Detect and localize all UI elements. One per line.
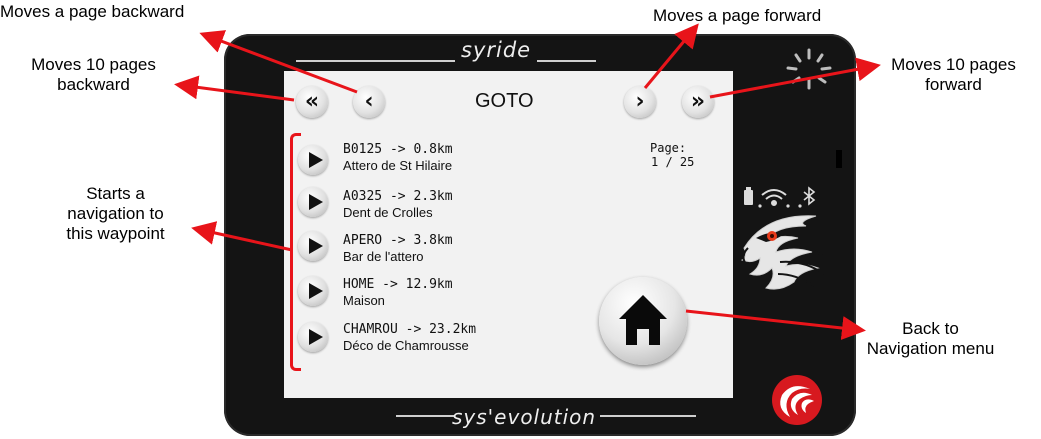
waypoint-bracket [290, 133, 301, 371]
screen-title: GOTO [475, 90, 534, 112]
annotation-ten-forward: Moves 10 pages forward [866, 55, 1041, 95]
annotation-page-backward: Moves a page backward [0, 2, 185, 21]
waypoint-subtitle: Déco de Chamrousse [343, 338, 469, 353]
page-forward-button[interactable]: › [624, 86, 656, 118]
annotation-back-to-nav: Back to Navigation menu [843, 319, 1018, 359]
play-icon[interactable] [298, 322, 328, 352]
annotation-start-navigation: Starts a navigation to this waypoint [28, 184, 203, 244]
waypoint-title: B0125 -> 0.8km [343, 142, 453, 157]
syride-swirl-logo [772, 375, 822, 425]
waypoint-title: APERO -> 3.8km [343, 233, 453, 248]
brand-top-underline [296, 60, 596, 62]
waypoint-title: HOME -> 12.9km [343, 277, 453, 292]
annotation-page-forward: Moves a page forward [653, 6, 822, 25]
page-backward-button[interactable]: ‹ [353, 86, 385, 118]
waypoint-subtitle: Dent de Crolles [343, 205, 433, 220]
annotation-ten-forward-line1: Moves 10 pages [891, 55, 1016, 74]
waypoint-subtitle: Maison [343, 293, 385, 308]
play-icon[interactable] [298, 145, 328, 175]
ten-pages-forward-button[interactable]: » [682, 86, 714, 118]
eagle-logo [740, 215, 827, 290]
bluetooth-icon [803, 186, 816, 206]
side-button-notch [836, 150, 842, 168]
annotation-start-nav-line3: this waypoint [66, 224, 165, 243]
wifi-icon [761, 189, 787, 206]
play-icon[interactable] [298, 276, 328, 306]
home-button[interactable] [599, 277, 687, 365]
annotation-back-line2: Navigation menu [866, 339, 995, 358]
status-icons [744, 186, 816, 208]
battery-icon [744, 187, 753, 205]
annotation-back-line1: Back to [902, 319, 959, 338]
annotation-ten-backward-line2: backward [57, 75, 130, 94]
annotation-start-nav-line1: Starts a [86, 184, 145, 203]
annotation-ten-backward-line1: Moves 10 pages [31, 55, 156, 74]
brand-bottom-line-left [396, 415, 454, 417]
waypoint-title: A0325 -> 2.3km [343, 189, 453, 204]
annotation-ten-forward-line2: forward [925, 75, 982, 94]
annotation-start-nav-line2: navigation to [67, 204, 164, 223]
brand-bottom-line-right [600, 415, 696, 417]
ten-pages-backward-button[interactable]: « [296, 86, 328, 118]
brand-top-text: syride [455, 38, 538, 62]
sunburst-icon [786, 48, 832, 90]
annotation-ten-backward: Moves 10 pages backward [6, 55, 181, 95]
page-indicator: 1 / 25 [651, 155, 695, 169]
play-icon[interactable] [298, 187, 328, 217]
waypoint-title: CHAMROU -> 23.2km [343, 322, 477, 337]
waypoint-subtitle: Bar de l'attero [343, 249, 424, 264]
brand-bottom-text: sys'evolution [452, 405, 597, 429]
play-icon[interactable] [298, 231, 328, 261]
home-icon [619, 295, 667, 345]
page-label: Page: [650, 141, 687, 155]
waypoint-subtitle: Attero de St Hilaire [343, 158, 453, 173]
